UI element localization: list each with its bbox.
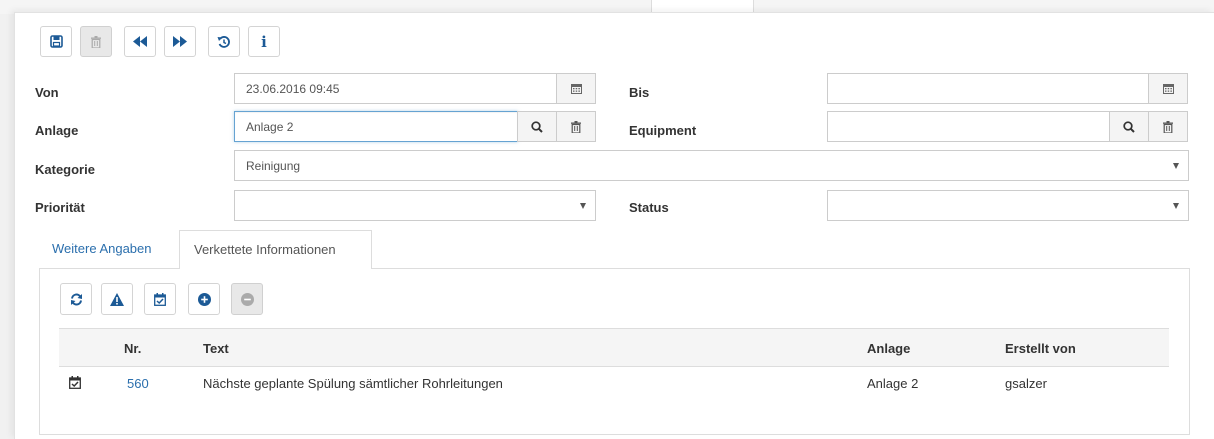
bis-calendar-button[interactable] [1148, 73, 1188, 104]
minus-circle-icon [240, 292, 254, 306]
detail-panel: i Von 23.06.2016 09:45 Bis Anlage Anlage… [14, 12, 1214, 439]
kategorie-value: Reinigung [246, 158, 301, 173]
forward-icon [173, 36, 187, 47]
anlage-label: Anlage [35, 123, 79, 138]
equipment-field[interactable] [827, 111, 1110, 142]
backward-icon [133, 36, 147, 47]
bis-field[interactable] [827, 73, 1149, 104]
remove-button[interactable] [231, 283, 263, 315]
prioritaet-label: Priorität [35, 200, 85, 215]
calendar-check-button[interactable] [144, 283, 176, 315]
chevron-down-icon [1173, 163, 1179, 169]
warning-icon [110, 292, 124, 306]
column-header-anlage[interactable]: Anlage [867, 341, 910, 356]
anlage-field[interactable]: Anlage 2 [234, 111, 518, 142]
plus-circle-icon [197, 292, 211, 306]
history-button[interactable] [208, 26, 240, 57]
kategorie-label: Kategorie [35, 162, 95, 177]
equipment-clear-button[interactable] [1148, 111, 1188, 142]
column-header-text[interactable]: Text [203, 341, 229, 356]
trash-icon [1163, 120, 1173, 133]
info-button[interactable]: i [248, 26, 280, 57]
von-label: Von [35, 85, 59, 100]
search-icon [531, 120, 543, 133]
info-icon: i [261, 32, 267, 51]
column-header-nr[interactable]: Nr. [124, 341, 141, 356]
delete-button[interactable] [80, 26, 112, 57]
anlage-clear-button[interactable] [556, 111, 596, 142]
equipment-search-button[interactable] [1109, 111, 1149, 142]
table-header: Nr. Text Anlage Erstellt von [59, 328, 1169, 367]
refresh-button[interactable] [60, 283, 92, 315]
table-row[interactable]: 560 Nächste geplante Spülung sämtlicher … [59, 367, 1169, 401]
row-erstellt-von: gsalzer [1005, 376, 1047, 391]
calendar-icon [570, 83, 582, 94]
row-nr-link[interactable]: 560 [127, 376, 149, 391]
chevron-down-icon [1173, 203, 1179, 209]
search-icon [1123, 120, 1135, 133]
status-select[interactable] [827, 190, 1189, 221]
row-text: Nächste geplante Spülung sämtlicher Rohr… [203, 376, 503, 391]
add-button[interactable] [188, 283, 220, 315]
tab-verkettete-informationen[interactable]: Verkettete Informationen [179, 230, 372, 269]
von-calendar-button[interactable] [556, 73, 596, 104]
previous-button[interactable] [124, 26, 156, 57]
tab-label: Verkettete Informationen [194, 242, 336, 257]
warning-button[interactable] [101, 283, 133, 315]
next-button[interactable] [164, 26, 196, 57]
save-button[interactable] [40, 26, 72, 57]
calendar-check-icon [154, 292, 166, 306]
chevron-down-icon [580, 203, 586, 209]
von-field[interactable]: 23.06.2016 09:45 [234, 73, 557, 104]
anlage-search-button[interactable] [517, 111, 557, 142]
trash-icon [571, 120, 581, 133]
kategorie-select[interactable]: Reinigung [234, 150, 1189, 181]
floppy-disk-icon [49, 35, 63, 48]
row-anlage: Anlage 2 [867, 376, 919, 391]
calendar-icon [1162, 83, 1174, 94]
refresh-icon [70, 293, 83, 306]
equipment-label: Equipment [629, 123, 697, 138]
prioritaet-select[interactable] [234, 190, 596, 221]
tab-weitere-angaben[interactable]: Weitere Angaben [52, 241, 152, 256]
status-label: Status [629, 200, 669, 215]
history-icon [217, 35, 231, 49]
calendar-check-icon [69, 376, 81, 389]
trash-icon [91, 35, 101, 48]
bis-label: Bis [629, 85, 650, 100]
column-header-erstellt-von[interactable]: Erstellt von [1005, 341, 1076, 356]
